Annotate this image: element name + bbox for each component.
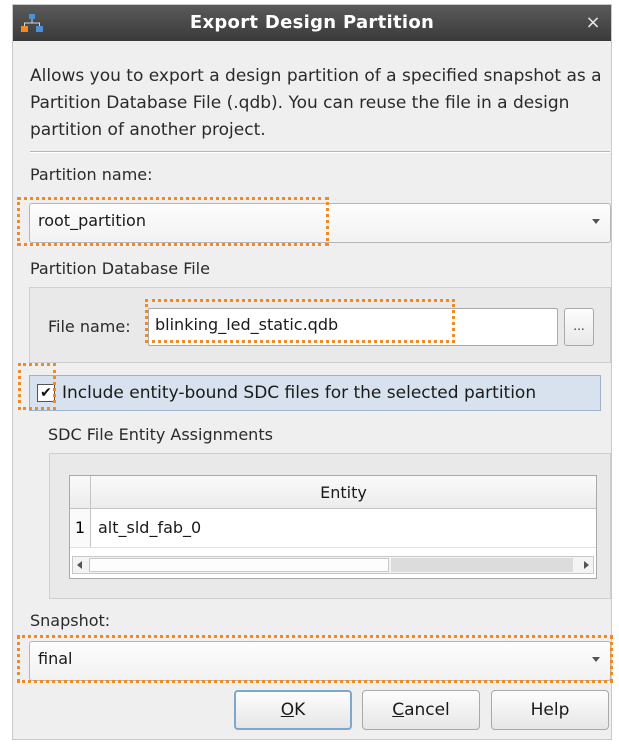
scroll-left-icon[interactable] bbox=[77, 561, 82, 569]
entity-cell[interactable]: alt_sld_fab_0 bbox=[98, 518, 201, 537]
dialog-description: Allows you to export a design partition … bbox=[30, 66, 602, 140]
partition-database-file-label: Partition Database File bbox=[30, 259, 210, 278]
cancel-mnemonic: C bbox=[392, 700, 405, 720]
scrollbar-track[interactable] bbox=[391, 558, 573, 572]
export-design-partition-dialog: Export Design Partition × Allows you to … bbox=[12, 4, 613, 740]
partition-name-combo[interactable]: root_partition bbox=[29, 203, 611, 243]
cancel-label: ancel bbox=[404, 700, 450, 720]
snapshot-label: Snapshot: bbox=[30, 611, 111, 630]
partition-database-file-group: File name: blinking_led_static.qdb ... bbox=[29, 287, 611, 363]
dialog-title: Export Design Partition bbox=[189, 12, 435, 33]
ok-mnemonic: O bbox=[280, 700, 295, 720]
table-corner bbox=[70, 476, 91, 508]
table-row[interactable]: 1 alt_sld_fab_0 bbox=[70, 509, 596, 548]
file-name-value: blinking_led_static.qdb bbox=[155, 315, 339, 334]
cancel-button[interactable]: Cancel bbox=[362, 690, 480, 730]
snapshot-value: final bbox=[38, 649, 73, 668]
horizontal-scrollbar[interactable] bbox=[72, 556, 594, 574]
chevron-down-icon bbox=[592, 219, 600, 224]
file-name-label: File name: bbox=[48, 317, 131, 336]
close-icon[interactable]: × bbox=[583, 11, 603, 35]
ok-button[interactable]: OK bbox=[234, 690, 352, 730]
column-header-entity[interactable]: Entity bbox=[91, 483, 596, 502]
include-sdc-checkbox[interactable]: ✔ bbox=[37, 384, 55, 402]
snapshot-combo[interactable]: final bbox=[29, 641, 611, 681]
include-sdc-row[interactable]: ✔ Include entity-bound SDC files for the… bbox=[29, 375, 601, 411]
separator bbox=[30, 151, 610, 153]
title-bar[interactable]: Export Design Partition × bbox=[13, 5, 611, 41]
table-header: Entity bbox=[70, 476, 596, 509]
sdc-entity-assignments-label: SDC File Entity Assignments bbox=[48, 425, 273, 444]
file-name-input[interactable]: blinking_led_static.qdb bbox=[148, 308, 558, 346]
include-sdc-label[interactable]: Include entity-bound SDC files for the s… bbox=[62, 383, 536, 403]
partition-name-label: Partition name: bbox=[30, 165, 153, 184]
chevron-down-icon bbox=[592, 657, 600, 662]
help-button[interactable]: Help bbox=[491, 690, 609, 730]
ok-label: K bbox=[294, 700, 306, 720]
row-number: 1 bbox=[70, 509, 91, 547]
sdc-entity-table: Entity 1 alt_sld_fab_0 bbox=[69, 475, 597, 579]
browse-button[interactable]: ... bbox=[564, 308, 594, 346]
partition-name-value: root_partition bbox=[38, 211, 146, 230]
scrollbar-thumb[interactable] bbox=[89, 558, 389, 572]
scroll-right-icon[interactable] bbox=[584, 561, 589, 569]
